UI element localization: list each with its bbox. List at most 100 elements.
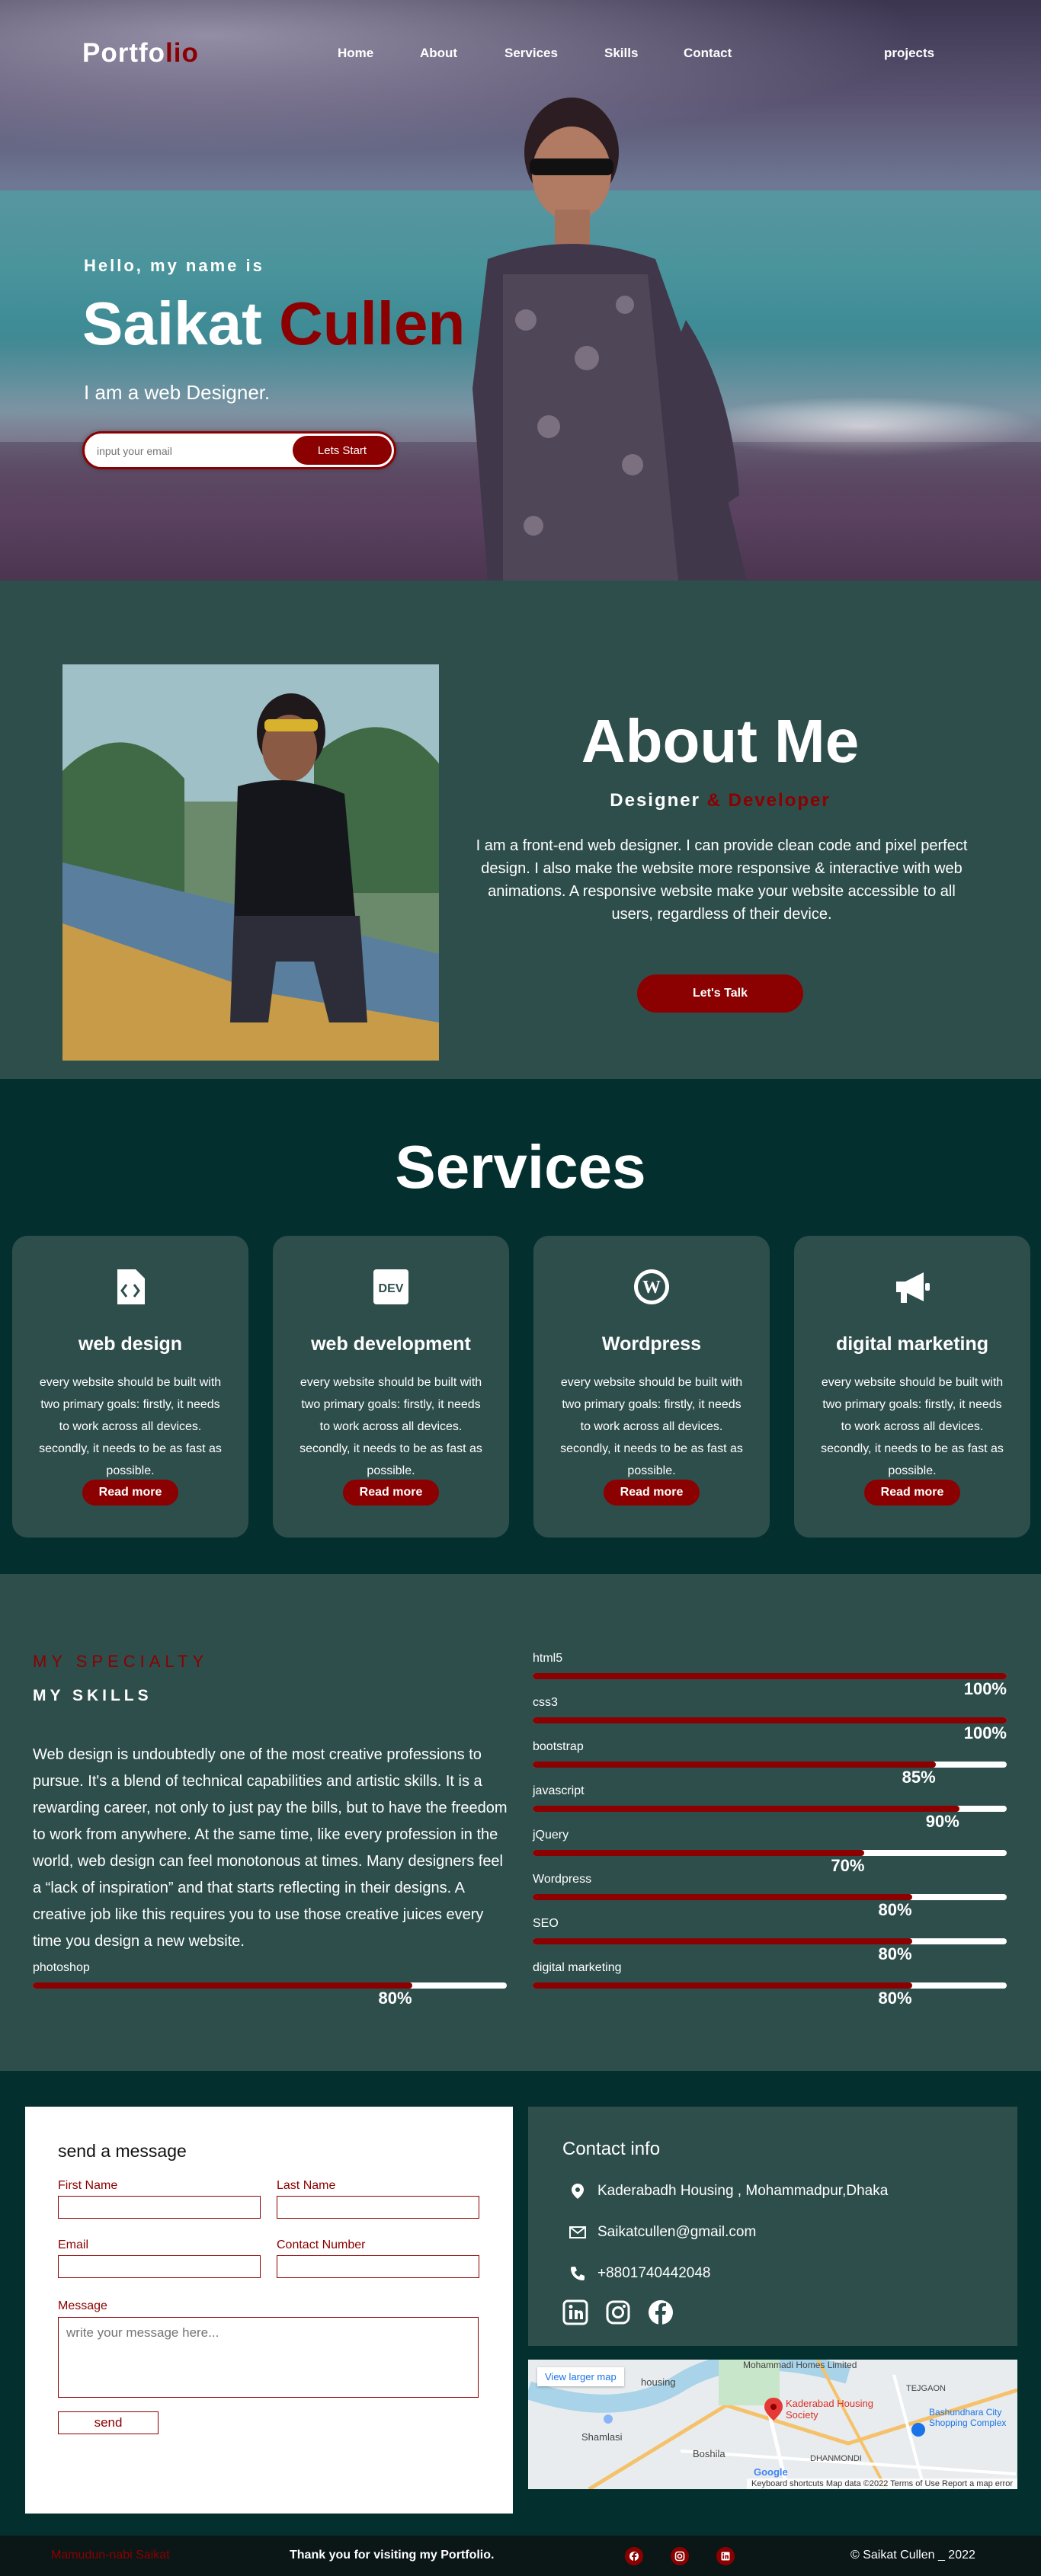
skill-bar-bootstrap: bootstrap 85%: [533, 1740, 1007, 1789]
email-label: Email: [58, 2238, 89, 2251]
mail-icon: [569, 2226, 586, 2238]
email-field[interactable]: [58, 2255, 261, 2278]
last-name-label: Last Name: [277, 2179, 336, 2192]
skill-fill: [533, 1762, 936, 1768]
skill-bar-html5: html5 100%: [533, 1652, 1007, 1701]
about-photo: [62, 664, 439, 1061]
wordpress-icon: W: [634, 1269, 669, 1304]
email-text[interactable]: Saikatcullen@gmail.com: [597, 2224, 756, 2241]
skill-fill: [533, 1673, 1007, 1679]
send-button[interactable]: send: [58, 2411, 159, 2434]
hero-name: Saikat Cullen: [82, 293, 465, 354]
skill-track: [533, 1894, 1007, 1900]
skill-fill: [533, 1806, 959, 1812]
skill-fill: [33, 1982, 412, 1989]
view-larger-map-link[interactable]: View larger map: [537, 2367, 624, 2386]
service-title: Wordpress: [601, 1333, 702, 1355]
contact-section: send a message First Name Last Name Emai…: [0, 2071, 1041, 2536]
skill-label: css3: [533, 1696, 558, 1709]
location-map[interactable]: View larger map Kaderabad Housing Societ…: [528, 2360, 1017, 2489]
hero-email-input[interactable]: [97, 441, 287, 461]
map-place: Mohammadi Homes Limited: [743, 2360, 857, 2370]
nav-projects[interactable]: projects: [884, 46, 934, 61]
svg-text:DEV: DEV: [379, 1282, 404, 1295]
skills-title: MY SKILLS: [33, 1687, 152, 1704]
map-footer: Keyboard shortcuts Map data ©2022 Terms …: [747, 2478, 1017, 2489]
phone-text[interactable]: +8801740442048: [597, 2265, 710, 2282]
skills-section: MY SPECIALTY MY SKILLS Web design is und…: [0, 1574, 1041, 2071]
hero-portrait: [472, 98, 747, 581]
skill-track: [533, 1806, 1007, 1812]
skill-track: [33, 1982, 507, 1989]
service-card-web-design: web design every website should be built…: [12, 1236, 248, 1538]
footer-copyright: © Saikat Cullen _ 2022: [850, 2549, 975, 2562]
map-place: Boshila: [693, 2448, 725, 2459]
code-file-icon: [117, 1269, 145, 1304]
skill-label: Wordpress: [533, 1873, 592, 1886]
about-text: I am a front-end web designer. I can pro…: [476, 837, 968, 923]
skill-label: photoshop: [33, 1961, 90, 1974]
first-name-label: First Name: [58, 2179, 118, 2192]
skill-fill: [533, 1850, 865, 1856]
service-card-digital-marketing: digital marketing every website should b…: [794, 1236, 1030, 1538]
skill-fill: [533, 1894, 912, 1900]
about-subtitle: Designer & Developer: [533, 790, 907, 811]
lets-talk-button[interactable]: Let's Talk: [637, 974, 803, 1013]
map-place: DHANMONDI: [810, 2454, 862, 2463]
skill-track: [533, 1717, 1007, 1723]
brand-logo[interactable]: Portfolio: [82, 38, 199, 69]
skill-label: SEO: [533, 1917, 559, 1930]
hero-email-form: Lets Start: [82, 431, 396, 469]
form-title: send a message: [58, 2141, 187, 2161]
read-more-button[interactable]: Read more: [82, 1480, 178, 1506]
last-name-field[interactable]: [277, 2196, 479, 2219]
service-text: every website should be built with two p…: [299, 1376, 482, 1477]
nav-skills[interactable]: Skills: [604, 46, 638, 61]
brand-part1: Portfo: [82, 38, 166, 68]
skill-label: jQuery: [533, 1829, 569, 1842]
skill-fill: [533, 1982, 912, 1989]
skill-bar-photoshop: photoshop 80%: [33, 1961, 507, 2010]
lets-start-button[interactable]: Lets Start: [293, 436, 392, 465]
service-card-wordpress: W Wordpress every website should be buil…: [533, 1236, 770, 1538]
service-text: every website should be built with two p…: [39, 1376, 222, 1477]
services-title: Services: [395, 1133, 646, 1201]
map-place: TEJGAON: [906, 2384, 946, 2393]
skill-bar-jquery: jQuery 70%: [533, 1829, 1007, 1877]
about-section: About Me Designer & Developer I am a fro…: [0, 581, 1041, 1079]
message-textarea[interactable]: [58, 2317, 479, 2398]
linkedin-icon[interactable]: [562, 2299, 588, 2325]
map-place: Bashundhara City Shopping Complex: [929, 2407, 1007, 2428]
contact-number-field[interactable]: [277, 2255, 479, 2278]
first-name-field[interactable]: [58, 2196, 261, 2219]
footer-instagram-icon[interactable]: [671, 2547, 689, 2565]
hero-role: I am a web Designer.: [84, 381, 271, 404]
service-title: web development: [311, 1333, 471, 1355]
hero-greeting: Hello, my name is: [84, 256, 264, 275]
skill-bar-wordpress: Wordpress 80%: [533, 1873, 1007, 1922]
service-title: web design: [78, 1333, 183, 1355]
message-label: Message: [58, 2299, 107, 2312]
instagram-icon[interactable]: [605, 2299, 631, 2325]
map-place: housing: [641, 2376, 676, 2388]
nav-services[interactable]: Services: [504, 46, 558, 61]
nav-home[interactable]: Home: [338, 46, 373, 61]
about-title: About Me: [581, 707, 860, 775]
facebook-icon[interactable]: [648, 2299, 674, 2325]
read-more-button[interactable]: Read more: [343, 1480, 439, 1506]
read-more-button[interactable]: Read more: [604, 1480, 700, 1506]
service-text: every website should be built with two p…: [560, 1376, 743, 1477]
skill-label: digital marketing: [533, 1961, 622, 1974]
skills-text: Web design is undoubtedly one of the mos…: [33, 1746, 508, 1950]
footer-author: Mamudun-nabi Saikat: [51, 2549, 170, 2562]
services-section: Services web design every website should…: [0, 1079, 1041, 1574]
google-logo: Google: [754, 2466, 788, 2478]
read-more-button[interactable]: Read more: [864, 1480, 960, 1506]
skill-bar-css3: css3 100%: [533, 1696, 1007, 1745]
contact-info-card: Contact info Kaderabadh Housing , Mohamm…: [528, 2107, 1017, 2346]
footer-facebook-icon[interactable]: [625, 2547, 643, 2565]
skill-label: bootstrap: [533, 1740, 584, 1753]
footer-linkedin-icon[interactable]: [716, 2547, 735, 2565]
nav-contact[interactable]: Contact: [684, 46, 732, 61]
nav-about[interactable]: About: [420, 46, 457, 61]
